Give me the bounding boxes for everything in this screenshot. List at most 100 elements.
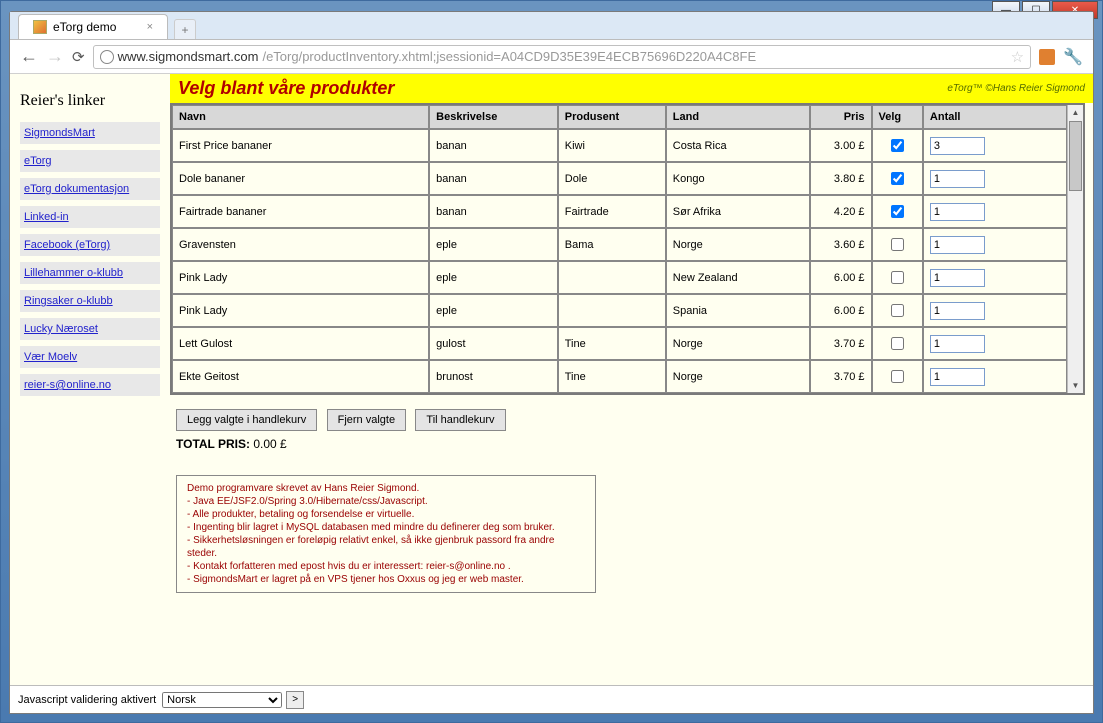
quantity-input[interactable] xyxy=(930,302,985,320)
cell-desc: brunost xyxy=(429,360,558,393)
info-line: - Ingenting blir lagret i MySQL database… xyxy=(187,521,585,534)
cell-price: 3.80 £ xyxy=(810,162,872,195)
select-checkbox[interactable] xyxy=(891,304,904,317)
sidebar-link[interactable]: Vær Moelv xyxy=(20,346,160,368)
language-go-button[interactable]: > xyxy=(286,691,304,709)
cell-name: Lett Gulost xyxy=(172,327,429,360)
url-input[interactable]: www.sigmondsmart.com/eTorg/productInvent… xyxy=(93,45,1032,69)
url-host: www.sigmondsmart.com xyxy=(118,49,259,64)
bookmark-icon[interactable]: ☆ xyxy=(1011,48,1024,66)
reload-button[interactable]: ⟳ xyxy=(72,48,85,66)
tab-close-icon[interactable]: × xyxy=(147,21,153,33)
cell-name: Pink Lady xyxy=(172,261,429,294)
col-desc[interactable]: Beskrivelse xyxy=(429,105,558,129)
quantity-input[interactable] xyxy=(930,236,985,254)
cell-land: New Zealand xyxy=(666,261,810,294)
cell-name: Pink Lady xyxy=(172,294,429,327)
cell-land: Norge xyxy=(666,228,810,261)
sidebar-link[interactable]: Facebook (eTorg) xyxy=(20,234,160,256)
cell-desc: banan xyxy=(429,162,558,195)
new-tab-button[interactable]: + xyxy=(174,19,196,39)
sidebar-link[interactable]: SigmondsMart xyxy=(20,122,160,144)
cell-land: Norge xyxy=(666,327,810,360)
cell-price: 3.70 £ xyxy=(810,327,872,360)
globe-icon xyxy=(100,50,114,64)
quantity-input[interactable] xyxy=(930,137,985,155)
col-select[interactable]: Velg xyxy=(872,105,923,129)
info-box: Demo programvare skrevet av Hans Reier S… xyxy=(176,475,596,593)
cell-desc: eple xyxy=(429,294,558,327)
page-title: Velg blant våre produkter xyxy=(178,78,394,99)
forward-button: → xyxy=(46,46,64,67)
go-to-cart-button[interactable]: Til handlekurv xyxy=(415,409,505,431)
sidebar-link[interactable]: Ringsaker o-klubb xyxy=(20,290,160,312)
main-panel: Velg blant våre produkter eTorg™ ©Hans R… xyxy=(170,74,1093,713)
select-checkbox[interactable] xyxy=(891,205,904,218)
cell-prod: Fairtrade xyxy=(558,195,666,228)
cell-prod: Kiwi xyxy=(558,129,666,162)
quantity-input[interactable] xyxy=(930,368,985,386)
os-window: — ☐ ✕ eTorg demo × + ← → ⟳ www.sigmondsm… xyxy=(0,0,1103,723)
table-row: Pink LadyepleNew Zealand6.00 £ xyxy=(172,261,1067,294)
cell-prod: Dole xyxy=(558,162,666,195)
scroll-up-icon[interactable]: ▲ xyxy=(1068,105,1083,120)
table-header: Navn Beskrivelse Produsent Land Pris Vel… xyxy=(172,105,1067,129)
select-checkbox[interactable] xyxy=(891,370,904,383)
cell-prod: Tine xyxy=(558,360,666,393)
table-scrollbar[interactable]: ▲ ▼ xyxy=(1067,105,1083,393)
action-bar: Legg valgte i handlekurv Fjern valgte Ti… xyxy=(176,409,1093,431)
select-checkbox[interactable] xyxy=(891,271,904,284)
info-line: - SigmondsMart er lagret på en VPS tjene… xyxy=(187,573,585,586)
url-path: /eTorg/productInventory.xhtml;jsessionid… xyxy=(262,49,756,64)
cell-name: First Price bananer xyxy=(172,129,429,162)
table-row: Lett GulostgulostTineNorge3.70 £ xyxy=(172,327,1067,360)
sidebar-link[interactable]: reier-s@online.no xyxy=(20,374,160,396)
sidebar-link[interactable]: Linked-in xyxy=(20,206,160,228)
extension-icon[interactable] xyxy=(1039,49,1055,65)
table-row: Fairtrade bananerbananFairtradeSør Afrik… xyxy=(172,195,1067,228)
quantity-input[interactable] xyxy=(930,269,985,287)
cell-price: 4.20 £ xyxy=(810,195,872,228)
remove-selected-button[interactable]: Fjern valgte xyxy=(327,409,406,431)
info-line: - Sikkerhetsløsningen er foreløpig relat… xyxy=(187,534,585,560)
quantity-input[interactable] xyxy=(930,203,985,221)
add-to-cart-button[interactable]: Legg valgte i handlekurv xyxy=(176,409,317,431)
cell-land: Sør Afrika xyxy=(666,195,810,228)
language-select[interactable]: Norsk xyxy=(162,692,282,708)
cell-price: 6.00 £ xyxy=(810,294,872,327)
browser-tab[interactable]: eTorg demo × xyxy=(18,14,168,39)
cell-prod: Tine xyxy=(558,327,666,360)
table-row: Ekte GeitostbrunostTineNorge3.70 £ xyxy=(172,360,1067,393)
scroll-thumb[interactable] xyxy=(1069,121,1082,191)
table-row: First Price bananerbananKiwiCosta Rica3.… xyxy=(172,129,1067,162)
table-row: Dole bananerbananDoleKongo3.80 £ xyxy=(172,162,1067,195)
sidebar-link[interactable]: Lucky Næroset xyxy=(20,318,160,340)
sidebar-link[interactable]: Lillehammer o-klubb xyxy=(20,262,160,284)
cell-land: Kongo xyxy=(666,162,810,195)
total-label: TOTAL PRIS: xyxy=(176,437,250,451)
cell-land: Costa Rica xyxy=(666,129,810,162)
select-checkbox[interactable] xyxy=(891,139,904,152)
back-button[interactable]: ← xyxy=(20,46,38,67)
status-bar: Javascript validering aktivert Norsk > xyxy=(10,685,1093,713)
col-name[interactable]: Navn xyxy=(172,105,429,129)
settings-icon[interactable]: 🔧 xyxy=(1063,47,1083,67)
col-qty[interactable]: Antall xyxy=(923,105,1067,129)
credit-text: eTorg™ ©Hans Reier Sigmond xyxy=(947,83,1085,94)
select-checkbox[interactable] xyxy=(891,172,904,185)
cell-prod xyxy=(558,261,666,294)
select-checkbox[interactable] xyxy=(891,337,904,350)
cell-name: Dole bananer xyxy=(172,162,429,195)
sidebar-link[interactable]: eTorg dokumentasjon xyxy=(20,178,160,200)
cell-desc: eple xyxy=(429,228,558,261)
col-price[interactable]: Pris xyxy=(810,105,872,129)
select-checkbox[interactable] xyxy=(891,238,904,251)
quantity-input[interactable] xyxy=(930,170,985,188)
sidebar-link[interactable]: eTorg xyxy=(20,150,160,172)
heading-bar: Velg blant våre produkter eTorg™ ©Hans R… xyxy=(170,74,1093,103)
cell-desc: banan xyxy=(429,129,558,162)
scroll-down-icon[interactable]: ▼ xyxy=(1068,378,1083,393)
quantity-input[interactable] xyxy=(930,335,985,353)
col-land[interactable]: Land xyxy=(666,105,810,129)
col-prod[interactable]: Produsent xyxy=(558,105,666,129)
